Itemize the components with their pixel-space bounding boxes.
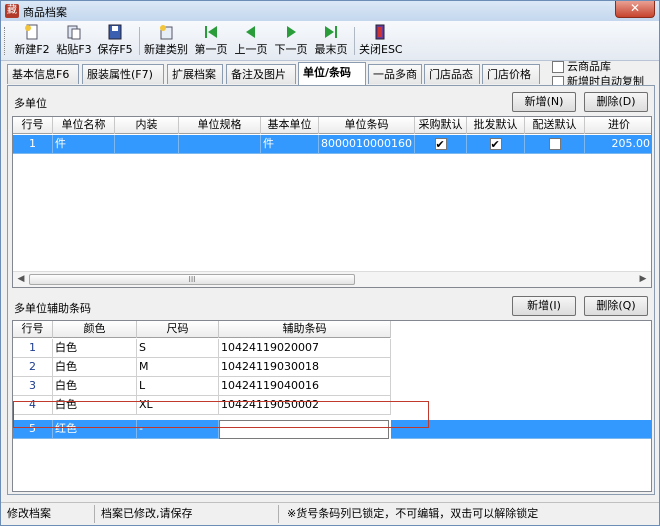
first-page-button[interactable]: 第一页 bbox=[193, 24, 229, 58]
table-row[interactable]: 2 白色 M 10424119030018 bbox=[13, 358, 391, 377]
toolbar-separator bbox=[139, 27, 140, 55]
product-archive-window: 藏 商品档案 ✕ 新建F2 粘贴F3 保存F5 新建类别 第一页 上一页 下一页… bbox=[0, 0, 660, 526]
highlight-box bbox=[13, 401, 429, 428]
delivery-default-cell[interactable] bbox=[525, 135, 585, 154]
aux-barcode-header: 行号 颜色 尺码 辅助条码 bbox=[13, 321, 391, 338]
column-header: 配送默认 bbox=[525, 117, 585, 134]
aux-barcode-cell[interactable]: 10424119020007 bbox=[219, 339, 391, 358]
multi-unit-grid: 行号 单位名称 内装 单位规格 基本单位 单位条码 采购默认 批发默认 配送默认… bbox=[12, 116, 652, 288]
app-icon: 藏 bbox=[5, 4, 19, 18]
multi-unit-delete-button[interactable]: 删除(D) bbox=[584, 92, 648, 112]
window-title: 商品档案 bbox=[23, 6, 67, 19]
tab-notes-images[interactable]: 备注及图片 bbox=[226, 64, 296, 84]
purchase-default-checkbox[interactable] bbox=[434, 136, 447, 153]
previous-page-button[interactable]: 上一页 bbox=[233, 24, 269, 58]
column-header: 行号 bbox=[13, 117, 53, 134]
column-header: 单位名称 bbox=[53, 117, 115, 134]
tab-store-status[interactable]: 门店品态 bbox=[424, 64, 480, 84]
exit-door-icon bbox=[375, 24, 385, 40]
status-bar: 修改档案 档案已修改,请保存 ※货号条码列已锁定，不可编辑，双击可以解除锁定 bbox=[1, 502, 659, 525]
previous-page-icon bbox=[246, 26, 255, 38]
unit-name-cell[interactable]: 件 bbox=[53, 135, 115, 154]
column-header: 基本单位 bbox=[261, 117, 319, 134]
color-cell[interactable]: 白色 bbox=[53, 358, 137, 377]
inner-cell[interactable] bbox=[115, 135, 179, 154]
aux-barcode-grid: 行号 颜色 尺码 辅助条码 1 白色 S 10424119020007 2 白色… bbox=[12, 320, 652, 492]
aux-barcode-title: 多单位辅助条码 bbox=[14, 302, 91, 315]
scroll-left-icon[interactable]: ◀ bbox=[15, 274, 27, 285]
tab-unit-barcode[interactable]: 单位/条码 bbox=[298, 62, 366, 85]
size-cell[interactable]: M bbox=[137, 358, 219, 377]
wholesale-default-cell[interactable] bbox=[467, 135, 525, 154]
row-filler bbox=[391, 420, 651, 439]
new-button[interactable]: 新建F2 bbox=[13, 24, 51, 58]
delivery-default-checkbox[interactable] bbox=[548, 138, 561, 150]
table-row[interactable]: 1 白色 S 10424119020007 bbox=[13, 339, 391, 358]
status-mode: 修改档案 bbox=[3, 505, 95, 523]
column-header: 单位规格 bbox=[179, 117, 261, 134]
tab-basic-info[interactable]: 基本信息F6 bbox=[7, 64, 79, 84]
next-page-icon bbox=[287, 26, 296, 38]
aux-barcode-add-button[interactable]: 新增(I) bbox=[512, 296, 576, 316]
save-button[interactable]: 保存F5 bbox=[96, 24, 134, 58]
aux-barcode-cell[interactable]: 10424119040016 bbox=[219, 377, 391, 396]
new-category-icon bbox=[160, 25, 173, 40]
tab-store-price[interactable]: 门店价格 bbox=[482, 64, 540, 84]
column-header: 进价 bbox=[608, 118, 630, 131]
title-bar: 藏 商品档案 ✕ bbox=[1, 1, 659, 21]
toolbar-separator bbox=[354, 27, 355, 55]
first-page-icon bbox=[205, 26, 217, 38]
horizontal-scrollbar[interactable]: ◀ III ▶ bbox=[13, 271, 651, 287]
close-button[interactable]: 关闭ESC bbox=[359, 24, 403, 58]
last-page-icon bbox=[325, 26, 337, 38]
cloud-library-option[interactable]: 云商品库 bbox=[552, 58, 644, 73]
tab-extended-archive[interactable]: 扩展档案 bbox=[167, 64, 223, 84]
size-cell[interactable]: L bbox=[137, 377, 219, 396]
scroll-right-icon[interactable]: ▶ bbox=[637, 274, 649, 285]
multi-unit-header: 行号 单位名称 内装 单位规格 基本单位 单位条码 采购默认 批发默认 配送默认… bbox=[13, 117, 651, 134]
unit-barcode-cell[interactable]: 8000010000160 bbox=[319, 135, 415, 154]
column-header: 内装 bbox=[115, 117, 179, 134]
column-header: 批发默认 bbox=[467, 117, 525, 134]
color-cell[interactable]: 白色 bbox=[53, 339, 137, 358]
base-unit-cell[interactable]: 件 bbox=[261, 135, 319, 154]
toolbar: 新建F2 粘贴F3 保存F5 新建类别 第一页 上一页 下一页 最末页 关闭ES… bbox=[1, 21, 659, 61]
multi-unit-add-button[interactable]: 新增(N) bbox=[512, 92, 576, 112]
tab-apparel-attributes[interactable]: 服装属性(F7) bbox=[82, 64, 164, 84]
unit-spec-cell[interactable] bbox=[179, 135, 261, 154]
tab-multi-supplier[interactable]: 一品多商 bbox=[368, 64, 422, 84]
last-page-button[interactable]: 最末页 bbox=[313, 24, 349, 58]
aux-barcode-delete-button[interactable]: 删除(Q) bbox=[584, 296, 648, 316]
status-hint: ※货号条码列已锁定，不可编辑，双击可以解除锁定 bbox=[287, 507, 539, 520]
new-category-button[interactable]: 新建类别 bbox=[143, 24, 189, 58]
wholesale-default-checkbox[interactable] bbox=[489, 136, 502, 153]
multi-unit-title: 多单位 bbox=[14, 97, 47, 110]
table-row[interactable]: 3 白色 L 10424119040016 bbox=[13, 377, 391, 396]
size-cell[interactable]: S bbox=[137, 339, 219, 358]
column-header: 颜色 bbox=[53, 321, 137, 338]
options-area: 云商品库 新增时自动复制 bbox=[552, 58, 644, 88]
column-header: 采购默认 bbox=[415, 117, 467, 134]
cost-price-cell[interactable]: 205.00 bbox=[585, 135, 651, 154]
paste-button[interactable]: 粘贴F3 bbox=[55, 24, 93, 58]
column-header: 尺码 bbox=[137, 321, 219, 338]
table-row[interactable]: 1 件 件 8000010000160 205.00 bbox=[13, 135, 651, 154]
unit-barcode-panel: 多单位 新增(N) 删除(D) 行号 单位名称 内装 单位规格 基本单位 单位条… bbox=[7, 85, 655, 495]
aux-barcode-cell[interactable]: 10424119030018 bbox=[219, 358, 391, 377]
paste-icon bbox=[67, 25, 81, 40]
column-header: 单位条码 bbox=[319, 117, 415, 134]
color-cell[interactable]: 白色 bbox=[53, 377, 137, 396]
toolbar-grip bbox=[4, 27, 7, 55]
purchase-default-cell[interactable] bbox=[415, 135, 467, 154]
new-document-icon bbox=[25, 24, 38, 40]
save-icon bbox=[108, 24, 122, 40]
scroll-thumb[interactable]: III bbox=[29, 274, 355, 285]
column-header: 辅助条码 bbox=[219, 321, 391, 338]
cloud-library-checkbox[interactable] bbox=[552, 61, 564, 73]
status-message: 档案已修改,请保存 bbox=[97, 505, 279, 523]
window-close-button[interactable]: ✕ bbox=[615, 1, 655, 18]
next-page-button[interactable]: 下一页 bbox=[273, 24, 309, 58]
column-header: 行号 bbox=[13, 321, 53, 338]
